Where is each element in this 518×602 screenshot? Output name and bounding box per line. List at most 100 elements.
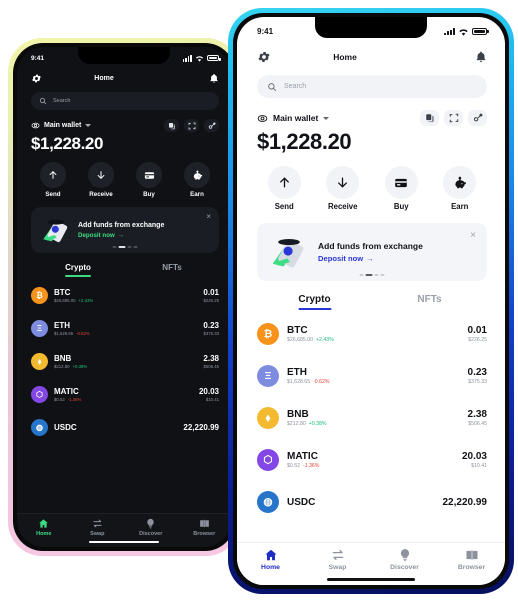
list-item[interactable]: Ξ ETH $1,628.65 -0.62% 0.23 $375.33 [257,355,487,397]
nav-home-label: Home [261,564,280,571]
deposit-now-link[interactable]: Deposit now → [318,254,423,263]
coin-holdings: 2.38 $506.45 [468,409,487,428]
coin-fiat-value: $375.33 [468,379,487,386]
nav-item-home[interactable]: Home [17,518,71,537]
connect-button[interactable] [468,110,487,126]
tab-crypto[interactable]: Crypto [31,263,125,277]
coin-subtext: $212.80 +0.38% [54,364,87,369]
copy-address-button[interactable] [164,119,179,132]
coin-change: -1.36% [67,397,82,403]
nav-item-swap[interactable]: Swap [304,548,371,571]
nav-item-browser[interactable]: Browser [438,548,505,571]
book-icon [465,550,478,560]
list-item[interactable]: ◍ USDC 22,220.99 [31,411,219,444]
buy-button[interactable]: Buy [372,166,431,211]
banner-cta-label: Deposit now [318,254,364,263]
scan-qr-button[interactable] [184,119,199,132]
earn-button[interactable]: Earn [173,162,221,198]
coin-list[interactable]: ₿ BTC $26,685.00 +2.43% 0.01 $226.25 Ξ E… [17,277,231,513]
nav-swap-label: Swap [328,564,347,571]
list-item[interactable]: ⬡ MATIC $0.52 -1.36% 20.03 $10.41 [31,378,219,411]
matic-icon: ⬡ [31,386,48,403]
tab-nfts[interactable]: NFTs [372,294,487,310]
promo-banner[interactable]: Add funds from exchange Deposit now → × [31,207,219,253]
eye-icon [31,122,40,129]
nav-item-browser[interactable]: Browser [178,518,232,537]
bell-icon[interactable] [209,73,219,84]
list-item[interactable]: ⬧ BNB $212.80 +0.38% 2.38 $506.45 [31,345,219,378]
send-button[interactable]: Send [255,166,314,211]
eth-icon: Ξ [31,320,48,337]
search-input[interactable]: Search [257,75,487,98]
buy-button[interactable]: Buy [125,162,173,198]
bell-icon[interactable] [475,50,487,64]
earn-label: Earn [190,191,204,198]
wallet-selector[interactable]: Main wallet [31,119,219,132]
promo-banner[interactable]: Add funds from exchange Deposit now → × [257,223,487,281]
tab-crypto[interactable]: Crypto [257,294,372,310]
card-icon [136,162,162,188]
wallet-balance: $1,228.20 [31,134,104,153]
tab-nfts-label: NFTs [162,263,182,272]
connect-button[interactable] [204,119,219,132]
coin-change: +2.43% [315,337,334,344]
list-item[interactable]: ⬡ MATIC $0.52 -1.36% 20.03 $10.41 [257,439,487,481]
close-icon[interactable]: × [206,213,211,221]
coin-price: $26,685.00 [287,337,313,344]
search-input[interactable]: Search [31,92,219,110]
coin-price: $212.80 [54,364,70,370]
link-icon [208,122,216,129]
coin-symbol: ETH [54,320,70,330]
coin-info: MATIC $0.52 -1.36% [287,451,319,470]
app-screen-dark: 9:41 Home Search Main wallet $1,228.20 S… [17,47,231,547]
tab-crypto-label: Crypto [65,263,91,272]
coin-price: $26,685.00 [54,298,76,304]
coin-price: $0.52 [54,397,65,403]
send-button[interactable]: Send [29,162,77,198]
earn-button[interactable]: Earn [431,166,490,211]
coin-subtext: $0.52 -1.36% [54,397,81,402]
copy-address-button[interactable] [420,110,439,126]
send-label: Send [45,191,61,198]
wallet-selector[interactable]: Main wallet [257,110,487,126]
piggy-bank-icon [443,166,477,199]
list-item[interactable]: ◍ USDC 22,220.99 [257,481,487,523]
nav-item-discover[interactable]: Discover [124,518,178,537]
qr-scan-icon [449,113,458,123]
bnb-icon: ⬧ [31,353,48,370]
receive-button[interactable]: Receive [314,166,373,211]
carousel-dots [359,274,385,276]
gear-icon[interactable] [257,50,271,64]
eth-icon: Ξ [257,365,279,387]
list-item[interactable]: ₿ BTC $26,685.00 +2.43% 0.01 $226.25 [257,313,487,355]
nav-discover-label: Discover [139,531,163,537]
wallet-tools [420,110,487,126]
tab-crypto-label: Crypto [298,294,331,305]
coin-change: -0.62% [313,379,330,386]
nav-item-home[interactable]: Home [237,548,304,571]
banner-title: Add funds from exchange [318,241,423,251]
receive-button[interactable]: Receive [77,162,125,198]
close-icon[interactable]: × [470,231,476,241]
coin-subtext: $1,628.65 -0.62% [287,379,330,385]
nav-item-swap[interactable]: Swap [71,518,125,537]
list-item[interactable]: ⬧ BNB $212.80 +0.38% 2.38 $506.45 [257,397,487,439]
deposit-now-link[interactable]: Deposit now → [78,232,164,239]
arrow-right-icon: → [366,254,374,263]
tab-nfts[interactable]: NFTs [125,263,219,277]
search-placeholder: Search [53,98,71,104]
list-item[interactable]: ₿ BTC $26,685.00 +2.43% 0.01 $226.25 [31,279,219,312]
coin-holdings: 2.38 $506.45 [203,354,219,370]
coin-holdings: 20.03 $10.41 [462,451,487,470]
status-time: 9:41 [31,54,45,62]
scan-qr-button[interactable] [444,110,463,126]
coin-list[interactable]: ₿ BTC $26,685.00 +2.43% 0.01 $226.25 Ξ E… [237,310,505,542]
send-label: Send [274,202,294,211]
arrow-down-icon [88,162,114,188]
home-indicator [327,578,415,581]
list-item[interactable]: Ξ ETH $1,628.65 -0.62% 0.23 $375.33 [31,312,219,345]
quick-actions: Send Receive Buy Earn [29,162,221,198]
coin-info: BNB $212.80 +0.38% [287,409,327,428]
gear-icon[interactable] [31,73,42,84]
nav-item-discover[interactable]: Discover [371,548,438,571]
